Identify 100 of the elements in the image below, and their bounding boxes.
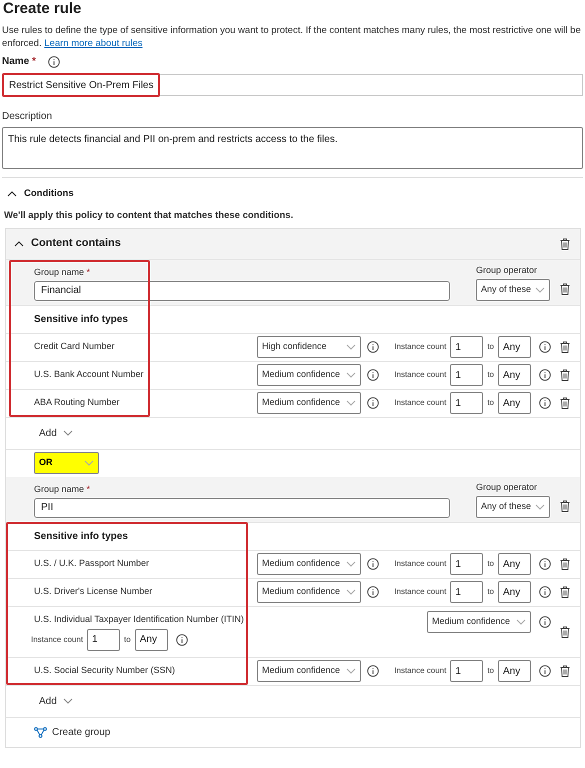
instance-count-label: Instance count [31, 634, 84, 646]
add-button[interactable]: Add [39, 694, 73, 708]
info-icon[interactable] [367, 397, 379, 409]
dropdown[interactable]: Medium confidence [257, 581, 361, 603]
chevron-up-icon [14, 240, 24, 246]
info-icon[interactable] [367, 665, 379, 677]
conditions-note: We'll apply this policy to content that matches these conditions. [4, 209, 294, 224]
info-icon[interactable] [367, 586, 379, 598]
info-type-name: U.S. Social Security Number (SSN) [34, 664, 176, 678]
page-title: Create rule [2, 0, 82, 18]
dropdown[interactable]: Medium confidence [427, 610, 531, 632]
group-name-field[interactable]: PII [34, 498, 450, 518]
dropdown[interactable]: High confidence [257, 336, 361, 358]
content-contains-toggle[interactable]: Content contains [14, 235, 121, 252]
chevron-down-icon [84, 460, 94, 466]
count-input[interactable]: 1 [87, 628, 120, 650]
dropdown[interactable]: Any of these [476, 278, 550, 300]
info-type-name: Credit Card Number [34, 340, 116, 354]
count-input[interactable]: 1 [450, 392, 484, 414]
conditions-toggle[interactable]: Conditions [7, 187, 74, 202]
info-icon[interactable] [539, 558, 551, 570]
add-button[interactable]: Add [39, 426, 73, 440]
group-name-field[interactable]: Financial [34, 280, 450, 300]
count-input[interactable]: Any [498, 581, 531, 603]
info-icon[interactable] [367, 369, 379, 381]
info-icon[interactable] [367, 558, 379, 570]
dropdown[interactable]: Any of these [476, 496, 550, 518]
count-input[interactable]: 1 [450, 364, 484, 386]
count-input[interactable]: Any [498, 364, 531, 386]
count-input[interactable]: 1 [450, 553, 484, 575]
info-icon[interactable] [176, 634, 188, 646]
info-icon[interactable] [539, 616, 551, 628]
group-icon [34, 726, 47, 738]
delete-icon[interactable] [560, 397, 570, 409]
delete-icon[interactable] [560, 665, 570, 677]
group-name-label: Group name * [34, 266, 92, 278]
delete-icon[interactable] [560, 626, 570, 638]
dropdown[interactable]: Medium confidence [257, 364, 361, 386]
delete-icon[interactable] [560, 558, 570, 570]
dropdown[interactable]: Medium confidence [257, 553, 361, 575]
delete-icon[interactable] [560, 500, 570, 512]
chevron-down-icon [62, 430, 73, 436]
to-label: to [487, 397, 494, 409]
count-input[interactable]: Any [498, 553, 531, 575]
chevron-down-icon [346, 400, 356, 406]
chevron-down-icon [535, 504, 545, 510]
count-input[interactable]: Any [134, 628, 168, 650]
chevron-down-icon [346, 589, 356, 595]
info-icon[interactable] [539, 665, 551, 677]
delete-icon[interactable] [560, 586, 570, 598]
dropdown[interactable]: OR [34, 452, 99, 474]
info-icon[interactable] [539, 397, 551, 409]
delete-icon[interactable] [560, 369, 570, 381]
info-icon[interactable] [48, 56, 60, 68]
delete-icon[interactable] [560, 238, 570, 250]
description-label: Description [2, 110, 54, 124]
group-operator-label: Group operator [476, 480, 538, 492]
group-operator-label: Group operator [476, 264, 538, 276]
name-field[interactable]: Restrict Sensitive On-Prem Files [2, 73, 160, 97]
delete-icon[interactable] [560, 341, 570, 353]
chevron-down-icon [346, 561, 356, 567]
count-input[interactable]: 1 [450, 660, 484, 682]
to-label: to [487, 665, 494, 677]
info-icon[interactable] [367, 341, 379, 353]
name-label: Name * [2, 55, 36, 69]
chevron-up-icon [7, 191, 17, 198]
count-input[interactable]: Any [498, 392, 531, 414]
to-label: to [487, 369, 494, 381]
section-heading: Sensitive info types [34, 530, 128, 544]
instance-count-label: Instance count [394, 397, 446, 409]
chevron-down-icon [346, 344, 356, 350]
info-icon[interactable] [539, 341, 551, 353]
chevron-down-icon [346, 372, 356, 378]
info-type-name: U.S. / U.K. Passport Number [34, 557, 150, 570]
info-type-name: ABA Routing Number [34, 396, 121, 410]
to-label: to [124, 634, 131, 646]
info-icon[interactable] [539, 586, 551, 598]
chevron-down-icon [516, 618, 526, 624]
dropdown[interactable]: Medium confidence [257, 392, 361, 414]
intro-text: Use rules to define the type of sensitive information you want to protect. If the content matches many rules, the most restrictive one will be enforced. Learn more about rules [2, 24, 582, 50]
section-heading: Sensitive info types [34, 312, 128, 326]
instance-count-label: Instance count [394, 341, 446, 353]
description-field[interactable]: This rule detects financial and PII on-prem and restricts access to the files. [2, 127, 583, 169]
count-input[interactable]: 1 [450, 581, 484, 603]
count-input[interactable]: 1 [450, 336, 484, 358]
count-input[interactable]: Any [498, 336, 531, 358]
info-type-name: U.S. Individual Taxpayer Identification Number (ITIN) [34, 612, 244, 626]
create-group-button[interactable]: Create group [34, 724, 110, 740]
instance-count-label: Instance count [394, 586, 446, 598]
delete-icon[interactable] [560, 282, 570, 294]
info-type-name: U.S. Bank Account Number [34, 368, 145, 382]
info-type-name: U.S. Driver's License Number [34, 585, 154, 598]
info-icon[interactable] [539, 369, 551, 381]
dropdown[interactable]: Medium confidence [257, 660, 361, 682]
learn-more-link[interactable]: Learn more about rules [44, 38, 142, 49]
group-name-label: Group name * [34, 482, 92, 494]
count-input[interactable]: Any [498, 660, 531, 682]
instance-count-label: Instance count [394, 665, 446, 677]
to-label: to [487, 558, 494, 570]
to-label: to [487, 586, 494, 598]
